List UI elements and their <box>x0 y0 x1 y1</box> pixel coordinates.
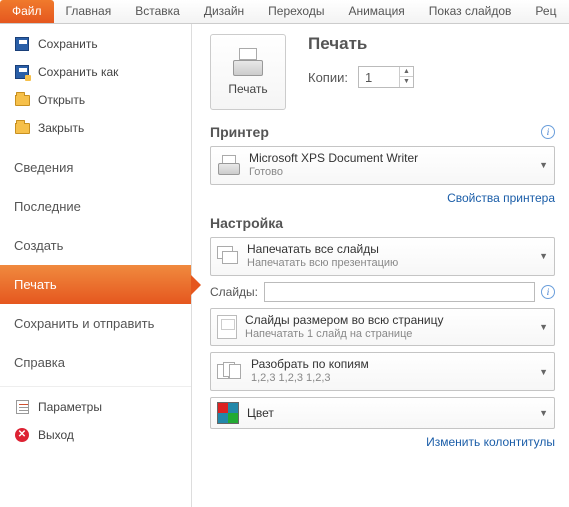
sidebar-label: Сохранить как <box>38 65 118 79</box>
info-icon[interactable]: i <box>541 285 555 299</box>
color-icon <box>217 402 239 424</box>
collate-dropdown[interactable]: Разобрать по копиям 1,2,3 1,2,3 1,2,3 ▼ <box>210 352 555 391</box>
drop-title: Напечатать все слайды <box>247 242 531 257</box>
tab-slideshow[interactable]: Показ слайдов <box>417 0 524 23</box>
collate-icon <box>217 362 243 382</box>
options-icon <box>14 399 30 415</box>
drop-title: Разобрать по копиям <box>251 357 531 372</box>
tab-insert[interactable]: Вставка <box>123 0 192 23</box>
printer-properties-link[interactable]: Свойства принтера <box>210 191 555 205</box>
print-what-dropdown[interactable]: Напечатать все слайды Напечатать всю пре… <box>210 237 555 276</box>
spinner-down[interactable]: ▼ <box>400 77 413 87</box>
tab-transitions[interactable]: Переходы <box>256 0 336 23</box>
sidebar-print[interactable]: Печать <box>0 265 191 304</box>
print-backstage: Печать Печать Копии: 1 ▲ ▼ Принтер <box>192 24 569 507</box>
slides-range-input[interactable] <box>264 282 535 302</box>
spinner-up[interactable]: ▲ <box>400 67 413 77</box>
sidebar-label: Параметры <box>38 400 102 414</box>
info-icon[interactable]: i <box>541 125 555 139</box>
drop-subtitle: Напечатать всю презентацию <box>247 257 531 271</box>
printer-dropdown[interactable]: Microsoft XPS Document Writer Готово ▼ <box>210 146 555 185</box>
print-button-label: Печать <box>228 82 267 96</box>
sidebar-recent[interactable]: Последние <box>0 187 191 226</box>
tab-review[interactable]: Рец <box>523 0 568 23</box>
slides-range-label: Слайды: <box>210 285 258 299</box>
drop-title: Цвет <box>247 406 531 421</box>
save-as-icon <box>14 64 30 80</box>
exit-icon: ✕ <box>14 427 30 443</box>
chevron-down-icon: ▼ <box>539 408 548 418</box>
sidebar-options[interactable]: Параметры <box>0 393 191 421</box>
sidebar-share[interactable]: Сохранить и отправить <box>0 304 191 343</box>
printer-icon <box>217 155 241 175</box>
chevron-down-icon: ▼ <box>539 251 548 261</box>
layout-dropdown[interactable]: Слайды размером во всю страницу Напечата… <box>210 308 555 347</box>
save-icon <box>14 36 30 52</box>
backstage-sidebar: Сохранить Сохранить как Открыть Закрыть … <box>0 24 192 507</box>
sidebar-exit[interactable]: ✕ Выход <box>0 421 191 449</box>
printer-heading: Принтер <box>210 124 269 140</box>
tab-design[interactable]: Дизайн <box>192 0 256 23</box>
sidebar-new[interactable]: Создать <box>0 226 191 265</box>
copies-spinner[interactable]: 1 ▲ ▼ <box>358 66 414 88</box>
chevron-down-icon: ▼ <box>539 367 548 377</box>
settings-heading: Настройка <box>210 215 283 231</box>
sidebar-close[interactable]: Закрыть <box>0 114 191 142</box>
printer-status: Готово <box>249 166 531 180</box>
edit-header-footer-link[interactable]: Изменить колонтитулы <box>210 435 555 449</box>
print-heading: Печать <box>308 34 414 54</box>
sidebar-open[interactable]: Открыть <box>0 86 191 114</box>
tab-home[interactable]: Главная <box>54 0 124 23</box>
drop-subtitle: 1,2,3 1,2,3 1,2,3 <box>251 372 531 386</box>
drop-subtitle: Напечатать 1 слайд на странице <box>245 328 531 342</box>
sidebar-label: Выход <box>38 428 74 442</box>
sidebar-label: Закрыть <box>38 121 84 135</box>
ribbon-tabs: Файл Главная Вставка Дизайн Переходы Ани… <box>0 0 569 24</box>
chevron-down-icon: ▼ <box>539 160 548 170</box>
sidebar-label: Сохранить <box>38 37 98 51</box>
page-icon <box>217 315 237 339</box>
copies-label: Копии: <box>308 70 348 85</box>
slides-icon <box>217 246 239 266</box>
sidebar-save-as[interactable]: Сохранить как <box>0 58 191 86</box>
tab-file[interactable]: Файл <box>0 0 54 23</box>
tab-animations[interactable]: Анимация <box>336 0 416 23</box>
chevron-down-icon: ▼ <box>539 322 548 332</box>
folder-open-icon <box>14 92 30 108</box>
print-button[interactable]: Печать <box>210 34 286 110</box>
sidebar-info[interactable]: Сведения <box>0 148 191 187</box>
sidebar-help[interactable]: Справка <box>0 343 191 382</box>
color-dropdown[interactable]: Цвет ▼ <box>210 397 555 429</box>
sidebar-save[interactable]: Сохранить <box>0 30 191 58</box>
sidebar-label: Открыть <box>38 93 85 107</box>
copies-value: 1 <box>359 70 399 85</box>
drop-title: Слайды размером во всю страницу <box>245 313 531 328</box>
printer-icon <box>231 48 265 76</box>
printer-name: Microsoft XPS Document Writer <box>249 151 531 166</box>
folder-close-icon <box>14 120 30 136</box>
